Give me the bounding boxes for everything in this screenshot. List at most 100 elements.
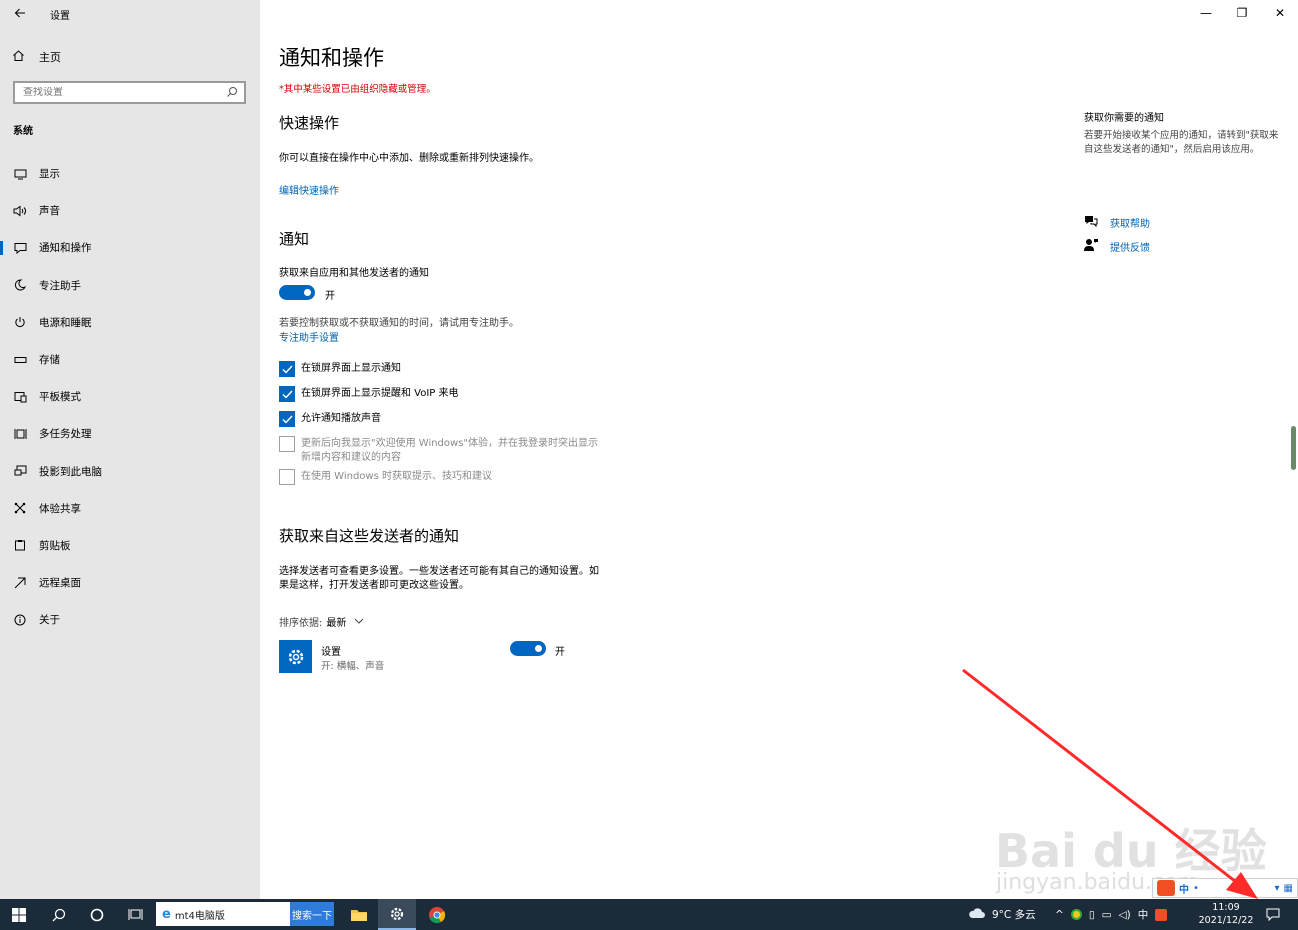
- chrome-button[interactable]: [418, 899, 456, 930]
- sort-dropdown[interactable]: 排序依据: 最新: [279, 614, 364, 629]
- cortana-button[interactable]: [78, 899, 116, 930]
- sidebar-item-tablet-mode[interactable]: 平板模式: [0, 378, 260, 415]
- checkbox-label: 在锁屏界面上显示通知: [301, 363, 401, 374]
- get-help-link[interactable]: 获取帮助: [1084, 214, 1150, 230]
- usb-icon[interactable]: ▯: [1089, 909, 1095, 921]
- sidebar-item-display[interactable]: 显示: [0, 155, 260, 192]
- focus-assist-settings-link[interactable]: 专注助手设置: [279, 329, 339, 344]
- share-icon: [13, 501, 27, 515]
- sidebar-item-label: 专注助手: [39, 279, 81, 292]
- project-icon: [13, 464, 27, 478]
- taskbar-search-button[interactable]: [40, 899, 78, 930]
- clock-date: 2021/12/22: [1198, 915, 1254, 926]
- settings-search-box[interactable]: [13, 81, 246, 104]
- group-title-system: 系统: [13, 126, 33, 137]
- sidebar-item-notifications[interactable]: 通知和操作: [0, 229, 260, 266]
- notifications-toggle[interactable]: [279, 285, 315, 300]
- chevron-up-icon[interactable]: ^: [1055, 909, 1064, 921]
- feedback-person-icon: [1084, 238, 1098, 254]
- shirt-skin-icon[interactable]: ▾: [1275, 883, 1280, 894]
- ime-toolbar[interactable]: 中 • ▾ ▦: [1152, 878, 1298, 898]
- checkbox-lockscreen-voip[interactable]: 在锁屏界面上显示提醒和 VoIP 来电: [279, 386, 459, 402]
- minimize-button[interactable]: —: [1188, 0, 1224, 26]
- cortana-circle-icon: [90, 908, 104, 921]
- green-app-icon[interactable]: [1070, 909, 1082, 920]
- action-center-button[interactable]: [1256, 899, 1290, 930]
- ie-search-submit-button[interactable]: 搜索一下: [290, 902, 334, 926]
- sidebar-item-shared-experiences[interactable]: 体验共享: [0, 490, 260, 527]
- sender-settings-toggle[interactable]: [510, 641, 546, 656]
- sidebar-item-multitasking[interactable]: 多任务处理: [0, 415, 260, 452]
- sidebar-item-power[interactable]: 电源和睡眠: [0, 304, 260, 341]
- sidebar-item-label: 剪贴板: [39, 539, 71, 552]
- sidebar-item-home[interactable]: 主页: [12, 48, 61, 66]
- search-icon[interactable]: [226, 86, 238, 98]
- ime-mode[interactable]: 中: [1179, 881, 1189, 896]
- sidebar-item-sound[interactable]: 声音: [0, 192, 260, 229]
- settings-taskbar-button[interactable]: [378, 899, 416, 930]
- sender-name[interactable]: 设置: [321, 643, 341, 658]
- give-feedback-label: 提供反馈: [1110, 242, 1150, 254]
- sender-subtitle: 开: 横幅、声音: [321, 661, 385, 672]
- display-icon: [13, 167, 27, 181]
- search-icon: [52, 908, 66, 921]
- clock-time: 11:09: [1212, 902, 1240, 913]
- checkbox-notification-sounds[interactable]: 允许通知播放声音: [279, 411, 381, 427]
- checkbox-label: 在使用 Windows 时获取提示、技巧和建议: [301, 471, 492, 482]
- punctuation-icon[interactable]: •: [1193, 883, 1199, 894]
- grid-menu-icon[interactable]: ▦: [1284, 883, 1293, 894]
- sidebar-item-label: 电源和睡眠: [39, 316, 92, 329]
- ie-search-box[interactable]: e: [156, 902, 290, 926]
- ime-indicator[interactable]: 中: [1138, 907, 1149, 922]
- sidebar-item-focus-assist[interactable]: 专注助手: [0, 267, 260, 304]
- moon-icon: [13, 278, 27, 292]
- sidebar-item-remote-desktop[interactable]: 远程桌面: [0, 564, 260, 601]
- managed-note: *其中某些设置已由组织隐藏或管理。: [279, 84, 436, 95]
- checkbox-label: 更新后向我显示"欢迎使用 Windows"体验，并在我登录时突出显示 新增内容和建…: [301, 436, 598, 465]
- restore-button[interactable]: ❐: [1224, 0, 1260, 26]
- folder-icon: [351, 909, 367, 921]
- file-explorer-button[interactable]: [340, 899, 378, 930]
- checkbox-label: 允许通知播放声音: [301, 413, 381, 424]
- sort-value[interactable]: 最新: [326, 614, 346, 629]
- checkbox-unchecked: [279, 469, 295, 485]
- network-icon[interactable]: ▭: [1102, 909, 1112, 921]
- checkbox-lockscreen-notifications[interactable]: 在锁屏界面上显示通知: [279, 361, 401, 377]
- checkbox-checked[interactable]: [279, 386, 295, 402]
- checkbox-tips-tricks: 在使用 Windows 时获取提示、技巧和建议: [279, 469, 492, 485]
- right-panel-text: 若要开始接收某个应用的通知，请转到"获取来自这些发送者的通知"，然后启用该应用。: [1084, 130, 1279, 155]
- sidebar-item-project[interactable]: 投影到此电脑: [0, 453, 260, 490]
- close-button[interactable]: ✕: [1262, 0, 1298, 26]
- give-feedback-link[interactable]: 提供反馈: [1084, 238, 1150, 254]
- toggle-knob: [535, 645, 542, 652]
- taskbar: e 搜索一下 9°C 多云 ^ ▯ ▭ ◁) 中 11:09 2021/12/2…: [0, 899, 1298, 930]
- storage-icon: [13, 353, 27, 367]
- sort-label: 排序依据:: [279, 618, 323, 629]
- back-arrow-icon[interactable]: [12, 5, 28, 21]
- home-label: 主页: [39, 51, 61, 64]
- start-button[interactable]: [0, 899, 38, 930]
- chrome-logo-icon: [429, 906, 446, 923]
- settings-search-input[interactable]: [23, 87, 223, 98]
- checkbox-unchecked: [279, 436, 295, 452]
- clock[interactable]: 11:09 2021/12/22: [1198, 901, 1254, 927]
- sidebar-item-about[interactable]: 关于: [0, 601, 260, 638]
- edit-quick-actions-link[interactable]: 编辑快速操作: [279, 182, 339, 197]
- volume-icon[interactable]: ◁): [1119, 909, 1131, 921]
- sogou-tray-icon[interactable]: [1155, 908, 1168, 921]
- checkbox-checked[interactable]: [279, 411, 295, 427]
- get-help-label: 获取帮助: [1110, 218, 1150, 230]
- sidebar-item-storage[interactable]: 存储: [0, 341, 260, 378]
- checkbox-label: 在锁屏界面上显示提醒和 VoIP 来电: [301, 388, 459, 399]
- sogou-logo-icon: [1157, 880, 1175, 896]
- scrollbar-thumb[interactable]: [1291, 426, 1296, 470]
- sound-icon: [13, 204, 27, 218]
- sidebar-item-clipboard[interactable]: 剪贴板: [0, 527, 260, 564]
- chevron-down-icon[interactable]: [354, 616, 364, 627]
- task-view-button[interactable]: [116, 899, 154, 930]
- settings-app-gear-icon[interactable]: [279, 640, 312, 673]
- checkbox-checked[interactable]: [279, 361, 295, 377]
- weather-widget[interactable]: 9°C 多云: [968, 899, 1036, 930]
- ie-search-input[interactable]: [174, 908, 265, 920]
- app-title: 设置: [50, 11, 70, 22]
